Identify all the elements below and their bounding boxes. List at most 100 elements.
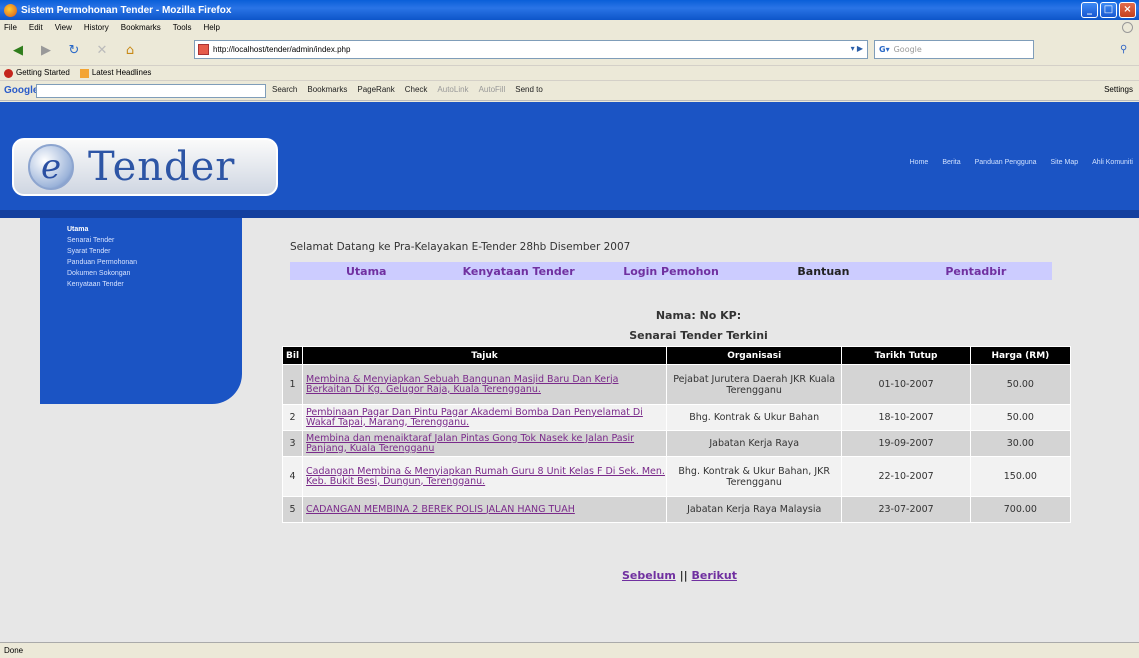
google-toolbar-items: Search Bookmarks PageRank Check AutoLink… xyxy=(272,85,543,94)
cell-harga: 700.00 xyxy=(969,496,1072,523)
menu-help[interactable]: Help xyxy=(203,23,219,32)
window-titlebar: Sistem Permohonan Tender - Mozilla Firef… xyxy=(0,0,1139,20)
google-pagerank[interactable]: PageRank xyxy=(357,85,394,94)
menu-file[interactable]: File xyxy=(4,23,17,32)
go-arrows-icon[interactable]: ▾ ▶ xyxy=(851,44,863,53)
cell-organisasi: Bhg. Kontrak & Ukur Bahan, JKR Terenggan… xyxy=(665,456,843,497)
search-input[interactable]: G▾ Google xyxy=(874,40,1034,59)
cell-bil: 5 xyxy=(281,496,304,523)
google-autofill-button[interactable]: AutoFill xyxy=(479,85,506,94)
sidebar-item-senarai[interactable]: Senarai Tender xyxy=(40,235,242,246)
table-row: 5 CADANGAN MEMBINA 2 BEREK POLIS JALAN H… xyxy=(281,496,1072,523)
tender-title-link[interactable]: CADANGAN MEMBINA 2 BEREK POLIS JALAN HAN… xyxy=(302,496,667,523)
welcome-text: Selamat Datang ke Pra-Kelayakan E-Tender… xyxy=(290,241,631,253)
nav-utama[interactable]: Utama xyxy=(290,265,442,278)
cell-tarikh: 01-10-2007 xyxy=(841,364,971,405)
bookmarks-toolbar: Getting Started Latest Headlines xyxy=(0,66,1139,81)
search-icon[interactable]: ⚲ xyxy=(1120,44,1127,55)
list-title: Senarai Tender Terkini xyxy=(629,329,768,342)
table-row: 3 Membina dan menaiktaraf Jalan Pintas G… xyxy=(281,430,1072,457)
cell-organisasi: Jabatan Kerja Raya xyxy=(665,430,843,457)
home-icon[interactable]: ⌂ xyxy=(120,40,140,60)
sidebar-item-utama[interactable]: Utama xyxy=(40,224,242,235)
close-button[interactable]: × xyxy=(1119,2,1136,18)
google-bookmarks-button[interactable]: Bookmarks xyxy=(307,85,347,94)
back-icon[interactable]: ◀ xyxy=(8,40,28,60)
menu-view[interactable]: View xyxy=(55,23,72,32)
cell-tarikh: 22-10-2007 xyxy=(841,456,971,497)
next-link[interactable]: Berikut xyxy=(692,569,737,582)
cell-tarikh: 19-09-2007 xyxy=(841,430,971,457)
site-icon xyxy=(198,44,209,55)
site-logo: e Tender xyxy=(12,138,278,196)
prev-link[interactable]: Sebelum xyxy=(622,569,676,582)
cell-harga: 50.00 xyxy=(969,404,1072,431)
status-bar: Done xyxy=(0,642,1139,658)
cell-harga: 30.00 xyxy=(969,430,1072,457)
tender-title-link[interactable]: Membina & Menyiapkan Sebuah Bangunan Mas… xyxy=(302,364,667,405)
menu-edit[interactable]: Edit xyxy=(29,23,43,32)
nav-bantuan[interactable]: Bantuan xyxy=(747,265,899,278)
menu-history[interactable]: History xyxy=(84,23,109,32)
cell-harga: 50.00 xyxy=(969,364,1072,405)
status-text: Done xyxy=(4,646,24,655)
top-link-berita[interactable]: Berita xyxy=(942,159,960,166)
maximize-button[interactable]: □ xyxy=(1100,2,1117,18)
sidebar-item-panduan[interactable]: Panduan Permohonan xyxy=(40,257,242,268)
top-link-ahli[interactable]: Ahli Komuniti xyxy=(1092,159,1133,166)
google-g-icon: G▾ xyxy=(879,45,890,54)
google-search-button[interactable]: Search xyxy=(272,85,297,94)
top-nav: Home Berita Panduan Pengguna Site Map Ah… xyxy=(910,159,1133,166)
table-row: 1 Membina & Menyiapkan Sebuah Bangunan M… xyxy=(281,364,1072,405)
tender-title-link[interactable]: Pembinaan Pagar Dan Pintu Pagar Akademi … xyxy=(302,404,667,431)
cell-bil: 3 xyxy=(281,430,304,457)
pager-separator: || xyxy=(679,569,688,582)
table-row: 2 Pembinaan Pagar Dan Pintu Pagar Akadem… xyxy=(281,404,1072,431)
sidebar-item-kenyataan[interactable]: Kenyataan Tender xyxy=(40,279,242,290)
stop-icon[interactable]: ✕ xyxy=(92,40,112,60)
google-settings-button[interactable]: Settings xyxy=(1104,85,1133,94)
nav-pentadbir[interactable]: Pentadbir xyxy=(900,265,1052,278)
logo-word: Tender xyxy=(88,144,236,190)
nav-login-pemohon[interactable]: Login Pemohon xyxy=(595,265,747,278)
cell-bil: 4 xyxy=(281,456,304,497)
top-link-panduan[interactable]: Panduan Pengguna xyxy=(975,159,1037,166)
navigation-toolbar: ◀ ▶ ↻ ✕ ⌂ http://localhost/tender/admin/… xyxy=(0,35,1139,66)
tender-title-link[interactable]: Membina dan menaiktaraf Jalan Pintas Gon… xyxy=(302,430,667,457)
e-logo-icon: e xyxy=(28,144,74,190)
bookmark-getting-started[interactable]: Getting Started xyxy=(4,68,70,78)
search-placeholder: Google xyxy=(893,45,922,54)
url-bar[interactable]: http://localhost/tender/admin/index.php … xyxy=(194,40,868,59)
window-title: Sistem Permohonan Tender - Mozilla Firef… xyxy=(21,4,232,16)
google-search-input[interactable] xyxy=(36,84,266,98)
tender-title-link[interactable]: Cadangan Membina & Menyiapkan Rumah Guru… xyxy=(302,456,667,497)
google-sendto-button[interactable]: Send to xyxy=(515,85,543,94)
nav-kenyataan-tender[interactable]: Kenyataan Tender xyxy=(442,265,594,278)
menu-bookmarks[interactable]: Bookmarks xyxy=(121,23,161,32)
cell-organisasi: Jabatan Kerja Raya Malaysia xyxy=(665,496,843,523)
forward-icon[interactable]: ▶ xyxy=(36,40,56,60)
menu-tools[interactable]: Tools xyxy=(173,23,192,32)
minimize-button[interactable]: _ xyxy=(1081,2,1098,18)
sidebar-item-syarat[interactable]: Syarat Tender xyxy=(40,246,242,257)
main-nav: Utama Kenyataan Tender Login Pemohon Ban… xyxy=(290,262,1052,280)
sidebar-item-dokumen[interactable]: Dokumen Sokongan xyxy=(40,268,242,279)
cell-bil: 1 xyxy=(281,364,304,405)
google-autolink-button[interactable]: AutoLink xyxy=(437,85,468,94)
bookmark-latest-headlines[interactable]: Latest Headlines xyxy=(79,68,151,78)
table-header-row: Bil Tajuk Organisasi Tarikh Tutup Harga … xyxy=(281,346,1072,365)
cell-tarikh: 23-07-2007 xyxy=(841,496,971,523)
google-toolbar: Google Search Bookmarks PageRank Check A… xyxy=(0,81,1139,101)
top-link-sitemap[interactable]: Site Map xyxy=(1051,159,1079,166)
menu-bar: File Edit View History Bookmarks Tools H… xyxy=(0,20,1139,35)
cell-bil: 2 xyxy=(281,404,304,431)
table-row: 4 Cadangan Membina & Menyiapkan Rumah Gu… xyxy=(281,456,1072,497)
cell-harga: 150.00 xyxy=(969,456,1072,497)
user-info: Nama: No KP: xyxy=(655,309,742,322)
firefox-bookmark-icon xyxy=(4,68,13,78)
cell-tarikh: 18-10-2007 xyxy=(841,404,971,431)
google-check-button[interactable]: Check xyxy=(405,85,428,94)
top-link-home[interactable]: Home xyxy=(910,159,929,166)
reload-icon[interactable]: ↻ xyxy=(64,40,84,60)
col-tarikh: Tarikh Tutup xyxy=(841,346,971,365)
